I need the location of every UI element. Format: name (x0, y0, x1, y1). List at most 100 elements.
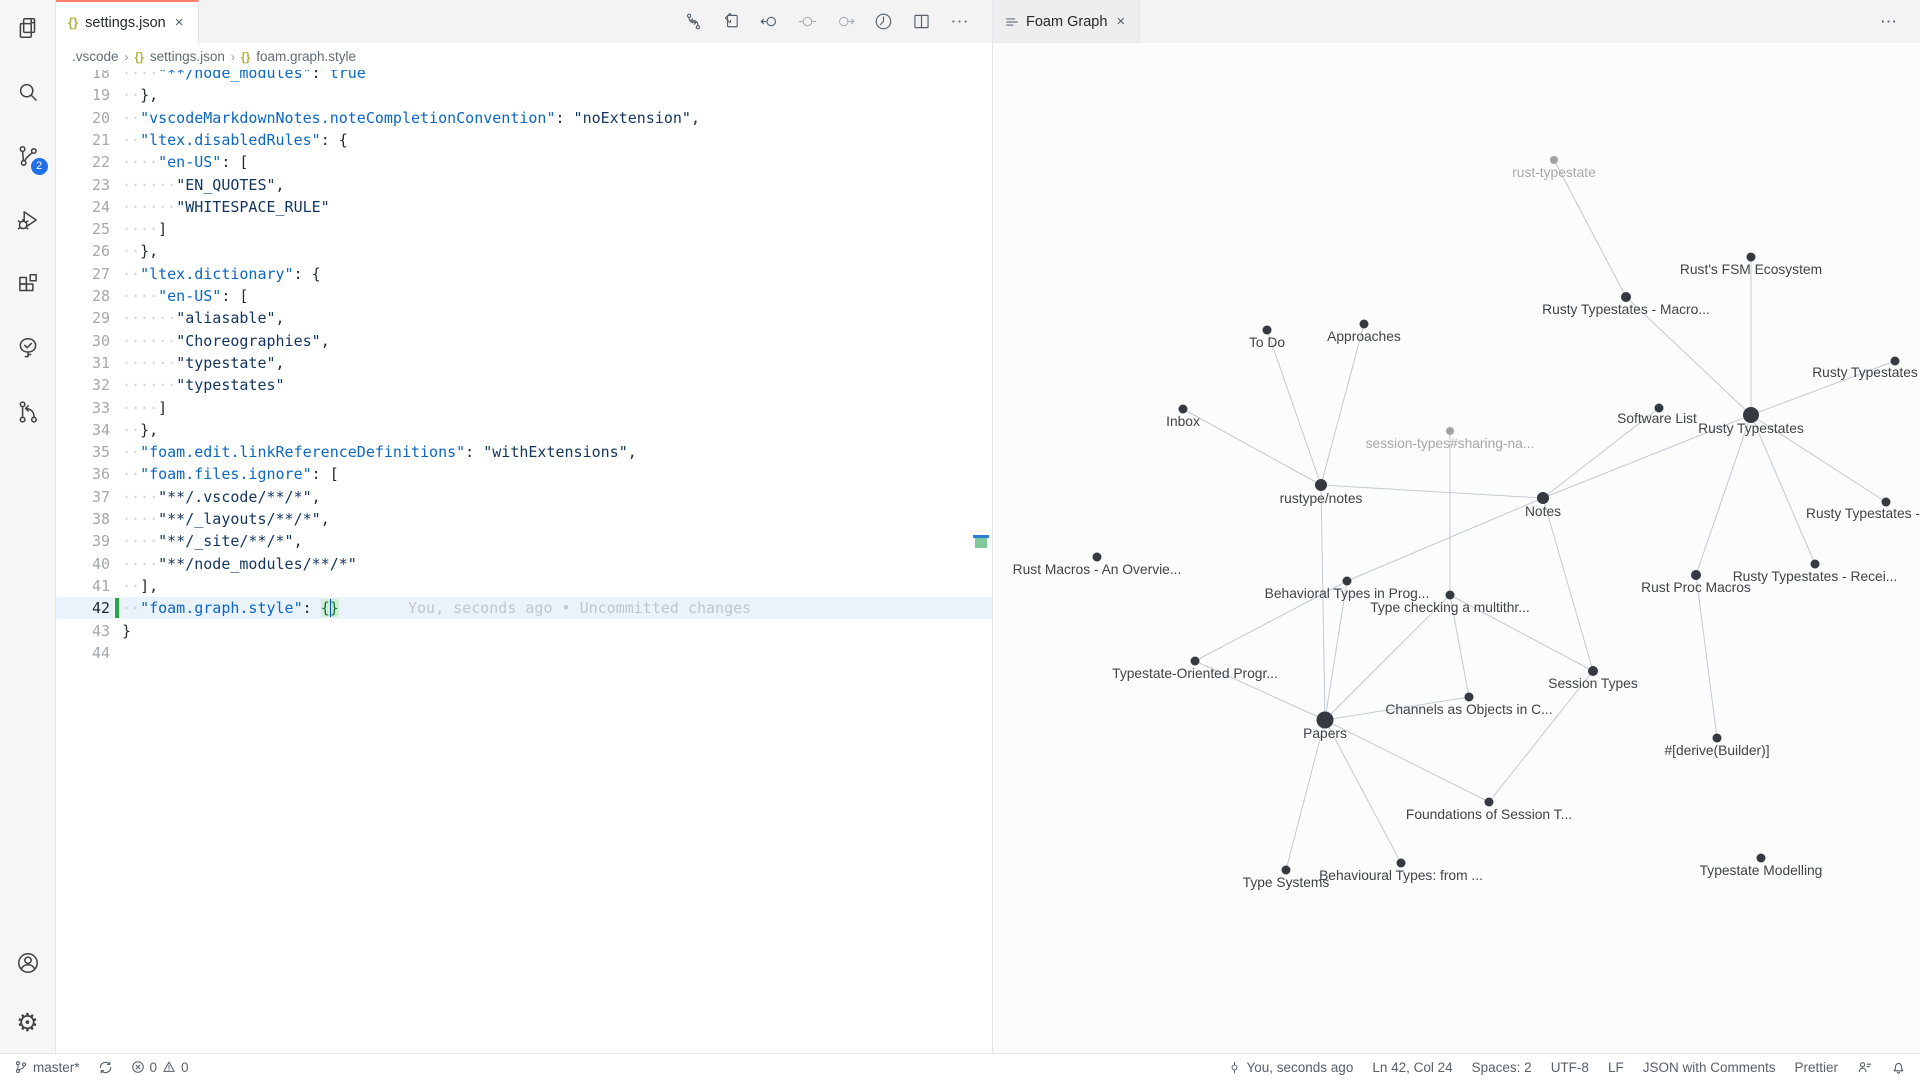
activity-bar-item-account[interactable] (6, 941, 50, 985)
graph-node-label-papers[interactable]: Papers (1303, 726, 1347, 741)
breadcrumb-foam-graph-style[interactable]: foam.graph.style (256, 49, 356, 64)
cursor-position[interactable]: Ln 42, Col 24 (1372, 1060, 1452, 1075)
activity-bar-item-git-graph[interactable] (6, 390, 50, 434)
code-line-31[interactable]: 31······"typestate", (56, 352, 992, 374)
code-line-38[interactable]: 38····"**/_layouts/**/*", (56, 508, 992, 530)
graph-node-label-tso[interactable]: Typestate-Oriented Progr... (1112, 666, 1278, 681)
code-line-22[interactable]: 22····"en-US": [ (56, 151, 992, 173)
graph-node-sess[interactable] (1588, 666, 1598, 676)
nav-circle-button[interactable] (797, 11, 818, 32)
timeline-button[interactable] (873, 11, 894, 32)
close-icon[interactable]: × (1114, 13, 1127, 30)
code-line-37[interactable]: 37····"**/.vscode/**/*", (56, 486, 992, 508)
graph-node-label-macro[interactable]: Rusty Typestates - Macro... (1542, 302, 1710, 317)
code-line-32[interactable]: 32······"typestates" (56, 374, 992, 396)
graph-node-rt[interactable] (1550, 156, 1558, 164)
graph-node-label-tsys[interactable]: Type Systems (1243, 875, 1330, 890)
graph-node-label-proc[interactable]: Rust Proc Macros (1641, 580, 1751, 595)
graph-node-tsys[interactable] (1282, 866, 1291, 875)
graph-node-rn[interactable] (1315, 479, 1327, 491)
encoding[interactable]: UTF-8 (1551, 1060, 1589, 1075)
code-line-28[interactable]: 28····"en-US": [ (56, 285, 992, 307)
code-line-39[interactable]: 39····"**/_site/**/*", (56, 530, 992, 552)
graph-node-label-fsm[interactable]: Rust's FSM Ecosystem (1680, 262, 1822, 277)
activity-bar-item-settings-gear[interactable]: ⚙ (6, 1001, 50, 1045)
graph-node-label-found[interactable]: Foundations of Session T... (1406, 807, 1572, 822)
graph-node-label-rt[interactable]: rust-typestate (1512, 165, 1596, 180)
graph-node-macro[interactable] (1621, 292, 1631, 302)
code-line-29[interactable]: 29······"aliasable", (56, 307, 992, 329)
open-changes-button[interactable] (683, 11, 704, 32)
graph-node-label-sw[interactable]: Software List (1617, 411, 1697, 426)
notifications-button[interactable] (1891, 1060, 1906, 1075)
graph-node-recei[interactable] (1811, 560, 1820, 569)
graph-node-todo[interactable] (1263, 326, 1272, 335)
graph-node-label-tmod[interactable]: Typestate Modelling (1700, 863, 1823, 878)
code-line-30[interactable]: 30······"Choreographies", (56, 330, 992, 352)
code-line-19[interactable]: 19··}, (56, 84, 992, 106)
code-line-18[interactable]: 18····"**/node_modules": true (56, 70, 992, 84)
code-line-21[interactable]: 21··"ltex.disabledRules": { (56, 129, 992, 151)
graph-node-label-sess[interactable]: Session Types (1548, 676, 1638, 691)
breadcrumb-settings-json[interactable]: settings.json (150, 49, 225, 64)
activity-bar-item-tree[interactable] (6, 326, 50, 370)
graph-node-derive[interactable] (1713, 734, 1722, 743)
activity-bar-item-run-debug[interactable] (6, 198, 50, 242)
graph-node-notes[interactable] (1537, 492, 1549, 504)
eol-sequence[interactable]: LF (1608, 1060, 1624, 1075)
close-icon[interactable]: × (173, 14, 186, 31)
formatter[interactable]: Prettier (1794, 1060, 1838, 1075)
activity-bar-item-search[interactable] (6, 70, 50, 114)
code-line-43[interactable]: 43} (56, 620, 992, 642)
graph-node-label-inbox[interactable]: Inbox (1166, 414, 1200, 429)
graph-node-label-rtr[interactable]: Rusty Typestates (1812, 365, 1918, 380)
code-line-36[interactable]: 36··"foam.files.ignore": [ (56, 463, 992, 485)
graph-node-label-btypes[interactable]: Behavioural Types: from ... (1319, 868, 1483, 883)
code-line-26[interactable]: 26··}, (56, 240, 992, 262)
indentation[interactable]: Spaces: 2 (1472, 1060, 1532, 1075)
code-line-34[interactable]: 34··}, (56, 419, 992, 441)
graph-node-proc[interactable] (1691, 570, 1701, 580)
activity-bar-item-explorer[interactable] (6, 6, 50, 50)
activity-bar-item-source-control[interactable]: 2 (6, 134, 50, 178)
split-editor-button[interactable] (911, 11, 932, 32)
graph-node-label-notes[interactable]: Notes (1525, 504, 1561, 519)
code-editor[interactable]: 18····"**/node_modules": true19··},20··"… (56, 70, 992, 1053)
activity-bar-item-extensions[interactable] (6, 262, 50, 306)
graph-node-stg[interactable] (1446, 427, 1454, 435)
breadcrumb-vscode[interactable]: .vscode (72, 49, 119, 64)
graph-node-label-stg[interactable]: session-types#sharing-na... (1366, 436, 1535, 451)
graph-node-label-appr[interactable]: Approaches (1327, 329, 1401, 344)
graph-node-appr[interactable] (1360, 320, 1369, 329)
graph-node-label-hub[interactable]: Rusty Typestates (1698, 421, 1804, 436)
code-line-40[interactable]: 40····"**/node_modules/**/*" (56, 553, 992, 575)
open-preview-button[interactable] (721, 11, 742, 32)
graph-node-label-behav[interactable]: Behavioral Types in Prog... (1265, 586, 1430, 601)
graph-node-chan[interactable] (1465, 693, 1474, 702)
graph-node-behav[interactable] (1343, 577, 1352, 586)
graph-node-label-rustmac[interactable]: Rust Macros - An Overvie... (1013, 562, 1182, 577)
foam-graph-canvas[interactable]: rust-typestate Rust's FSM Ecosystem Rusty … (993, 43, 1920, 1053)
graph-node-label-rt2[interactable]: Rusty Typestates - (1806, 506, 1920, 521)
graph-node-btypes[interactable] (1397, 859, 1406, 868)
tab-settings-json[interactable]: {} settings.json × (56, 0, 199, 43)
feedback-button[interactable] (1857, 1060, 1872, 1075)
more-actions-button[interactable] (949, 11, 970, 32)
tab-foam-graph[interactable]: Foam Graph × (993, 0, 1140, 43)
code-line-33[interactable]: 33····] (56, 397, 992, 419)
sync-button[interactable] (98, 1060, 113, 1075)
code-line-42[interactable]: 42··"foam.graph.style": {}You, seconds a… (56, 597, 992, 619)
problems-indicator[interactable]: 0 0 (131, 1060, 189, 1075)
graph-node-label-recei[interactable]: Rusty Typestates - Recei... (1733, 569, 1898, 584)
graph-node-label-derive[interactable]: #[derive(Builder)] (1664, 743, 1769, 758)
nav-forward-button[interactable] (835, 11, 856, 32)
graph-node-label-typecheck[interactable]: Type checking a multithr... (1370, 600, 1530, 615)
code-line-23[interactable]: 23······"EN_QUOTES", (56, 174, 992, 196)
code-line-44[interactable]: 44 (56, 642, 992, 664)
code-line-41[interactable]: 41··], (56, 575, 992, 597)
graph-node-typecheck[interactable] (1446, 591, 1455, 600)
graph-node-label-chan[interactable]: Channels as Objects in C... (1385, 702, 1552, 717)
nav-back-button[interactable] (759, 11, 780, 32)
graph-node-tmod[interactable] (1757, 854, 1766, 863)
graph-node-found[interactable] (1485, 798, 1494, 807)
